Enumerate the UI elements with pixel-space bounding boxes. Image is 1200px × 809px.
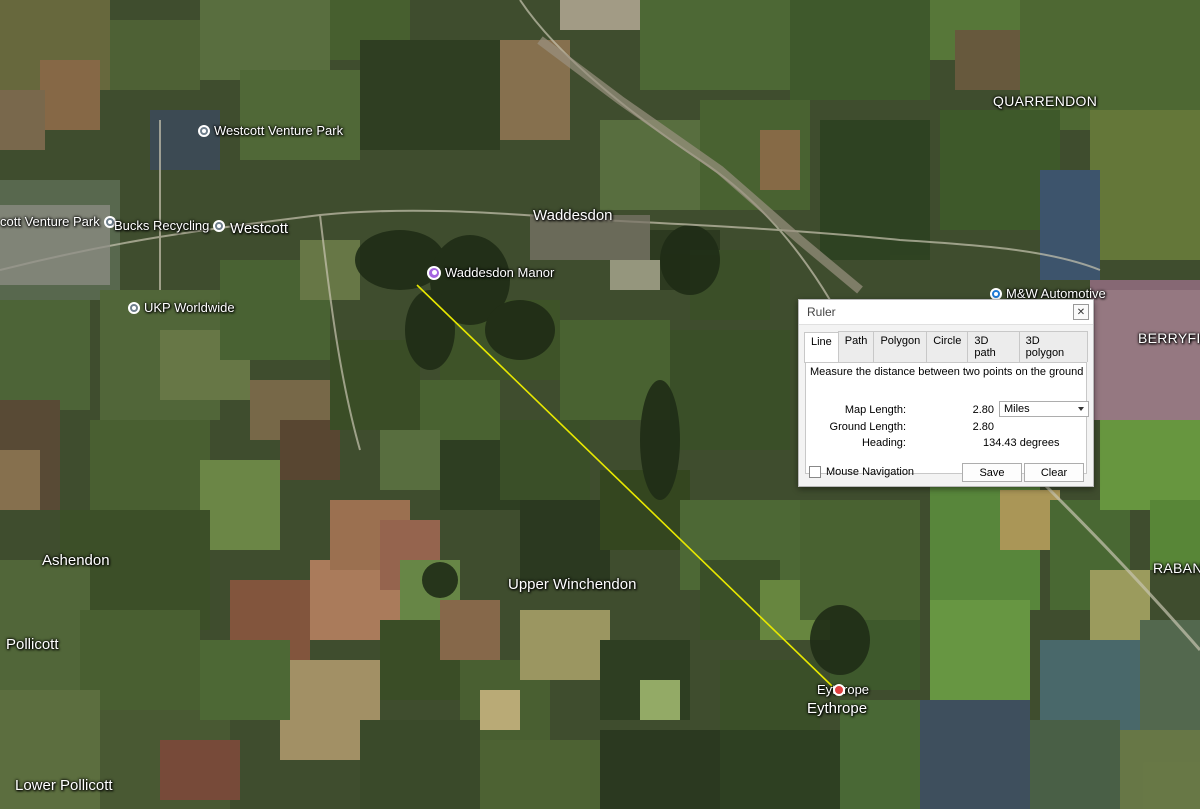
landmark-pin-icon (427, 265, 441, 280)
ruler-titlebar[interactable]: Ruler ✕ (799, 300, 1093, 325)
placemark-pin-icon (833, 683, 846, 696)
tab-3d-path[interactable]: 3D path (967, 331, 1020, 362)
map-length-value: 2.80 (972, 404, 994, 416)
location-pin-icon (198, 124, 210, 137)
ruler-dialog: Ruler ✕ Line Path Polygon Circle 3D path… (798, 299, 1094, 487)
label-lower-pollicott: Lower Pollicott (15, 777, 113, 794)
label-berryfield: BERRYFI (1138, 330, 1200, 346)
heading-value: 134.43 degrees (983, 437, 1060, 449)
ground-length-value: 2.80 (972, 421, 994, 433)
location-pin-icon (128, 301, 140, 314)
label-raban: RABAN (1153, 560, 1200, 576)
label-ashendon: Ashendon (42, 552, 110, 569)
label-pollicott: Pollicott (6, 636, 59, 653)
poi-label: Waddesdon Manor (445, 265, 555, 280)
poi-label: Westcott Venture Park (214, 123, 344, 138)
tab-circle[interactable]: Circle (926, 331, 969, 362)
save-button[interactable]: Save (962, 463, 1022, 482)
shop-pin-icon (990, 287, 1002, 300)
ground-length-label: Ground Length: (829, 421, 906, 433)
heading-label: Heading: (861, 437, 906, 449)
checkbox-box[interactable] (809, 466, 821, 478)
tab-polygon[interactable]: Polygon (873, 331, 928, 362)
location-pin-icon (213, 219, 226, 232)
poi-label: cott Venture Park (0, 214, 100, 229)
poi-eythrope[interactable]: Eythrope (817, 682, 869, 697)
ruler-description: Measure the distance between two points … (810, 366, 1084, 378)
poi-waddesdon-manor[interactable]: Waddesdon Manor (427, 265, 554, 280)
clear-button[interactable]: Clear (1024, 463, 1084, 482)
mouse-navigation-checkbox[interactable]: Mouse Navigation (809, 466, 914, 478)
mouse-navigation-label: Mouse Navigation (826, 466, 915, 478)
poi-ukp-worldwide[interactable]: UKP Worldwide (128, 300, 235, 315)
poi-label: Bucks Recycling (114, 218, 210, 233)
label-quarrendon: QUARRENDON (993, 93, 1098, 109)
ruler-tabs: Line Path Polygon Circle 3D path 3D poly… (799, 325, 1093, 363)
units-select[interactable]: Miles (999, 401, 1089, 417)
ruler-title: Ruler (807, 305, 836, 319)
poi-label: UKP Worldwide (144, 300, 235, 315)
tab-3d-polygon[interactable]: 3D polygon (1018, 331, 1088, 362)
chevron-down-icon (1078, 407, 1084, 411)
label-westcott: Westcott (230, 220, 289, 237)
units-value: Miles (1004, 403, 1030, 415)
ruler-footer: Mouse Navigation Save Clear (799, 458, 1093, 486)
tab-line[interactable]: Line (804, 332, 839, 363)
label-eythrope-town: Eythrope (807, 700, 868, 717)
poi-bucks-recycling[interactable]: Bucks Recycling (98, 218, 226, 233)
poi-westcott-venture-park[interactable]: Westcott Venture Park (198, 123, 343, 138)
tab-path[interactable]: Path (837, 331, 875, 362)
close-icon[interactable]: ✕ (1073, 304, 1089, 320)
label-waddesdon: Waddesdon (533, 207, 613, 224)
label-upper-winchendon: Upper Winchendon (508, 576, 637, 593)
map-length-label: Map Length: (844, 404, 906, 416)
